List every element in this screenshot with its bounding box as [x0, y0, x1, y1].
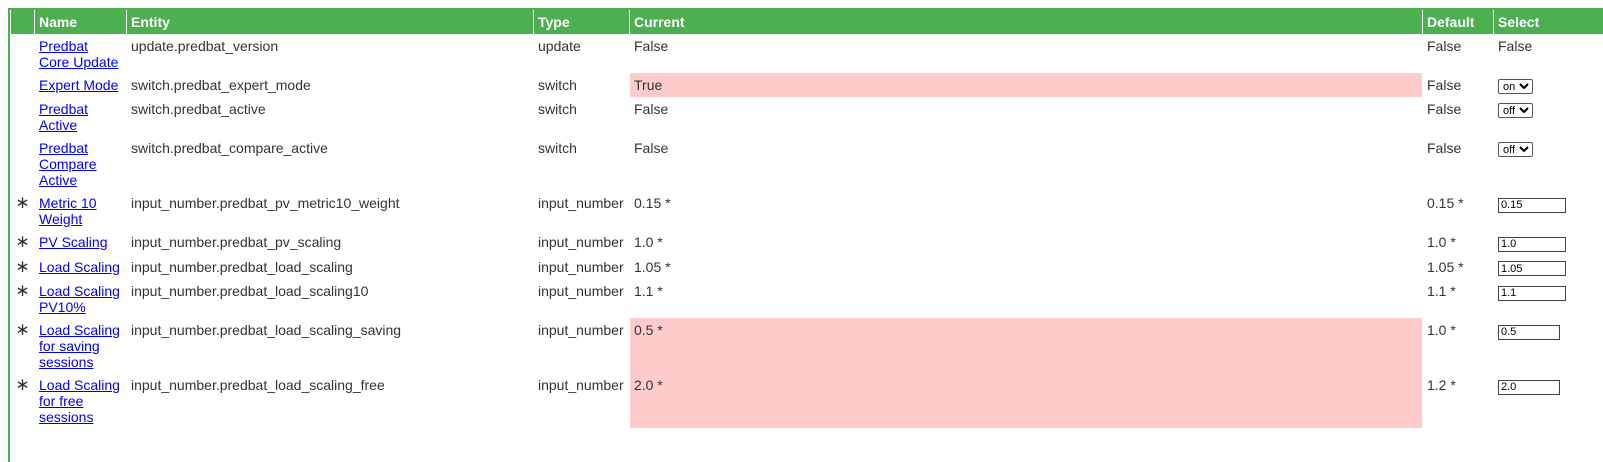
- table-row: Expert Mode switch.predbat_expert_mode s…: [11, 73, 1603, 97]
- value-select[interactable]: onoff: [1498, 103, 1533, 118]
- current-value: True: [630, 73, 1422, 97]
- entity-type: input_number: [538, 283, 624, 299]
- header-marker: [11, 10, 34, 34]
- entity-type: switch: [538, 140, 577, 156]
- setting-name-link[interactable]: Load Scaling PV10%: [39, 283, 120, 315]
- default-value: False: [1427, 38, 1462, 54]
- header-name: Name: [35, 10, 126, 34]
- current-value: 1.0 *: [634, 234, 663, 250]
- default-value: False: [1427, 101, 1462, 117]
- setting-name-link[interactable]: Predbat Core Update: [39, 38, 118, 70]
- header-type: Type: [534, 10, 629, 34]
- header-select: Select: [1494, 10, 1603, 34]
- select-text: False: [1498, 38, 1533, 54]
- table-row: ∗ PV Scaling input_number.predbat_pv_sca…: [11, 230, 1603, 255]
- entity-id: input_number.predbat_pv_metric10_weight: [131, 195, 400, 211]
- setting-name-link[interactable]: PV Scaling: [39, 234, 107, 250]
- current-value: 0.5 *: [630, 318, 1422, 373]
- setting-name-link[interactable]: Load Scaling for free sessions: [39, 377, 120, 425]
- value-input[interactable]: [1498, 236, 1566, 252]
- modified-marker-icon: ∗: [15, 256, 30, 276]
- entity-id: update.predbat_version: [131, 38, 279, 54]
- setting-name-link[interactable]: Expert Mode: [39, 77, 118, 93]
- current-value: False: [634, 140, 669, 156]
- table-row: Predbat Compare Active switch.predbat_co…: [11, 136, 1603, 191]
- modified-marker-icon: [11, 73, 34, 97]
- header-row: Name Entity Type Current Default Select: [11, 10, 1603, 34]
- table-row: ∗ Load Scaling for free sessions input_n…: [11, 373, 1603, 428]
- header-entity: Entity: [127, 10, 533, 34]
- table-row: ∗ Load Scaling input_number.predbat_load…: [11, 255, 1603, 280]
- config-table-container: Name Entity Type Current Default Select …: [8, 8, 1603, 462]
- value-input[interactable]: [1498, 324, 1560, 340]
- setting-name-link[interactable]: Load Scaling: [39, 259, 120, 275]
- current-value: False: [634, 101, 669, 117]
- setting-name-link[interactable]: Metric 10 Weight: [39, 195, 97, 227]
- entity-type: input_number: [538, 234, 624, 250]
- table-row: ∗ Load Scaling PV10% input_number.predba…: [11, 279, 1603, 318]
- header-default: Default: [1423, 10, 1493, 34]
- modified-marker-icon: ∗: [15, 232, 30, 251]
- entity-type: switch: [538, 77, 577, 93]
- default-value: 1.0 *: [1427, 234, 1456, 250]
- entity-type: input_number: [538, 195, 624, 211]
- setting-name-link[interactable]: Load Scaling for saving sessions: [39, 322, 120, 370]
- entity-id: input_number.predbat_load_scaling: [131, 258, 353, 275]
- config-table: Name Entity Type Current Default Select …: [10, 10, 1603, 428]
- modified-marker-icon: ∗: [15, 193, 30, 212]
- default-value: 0.15 *: [1427, 195, 1464, 211]
- entity-id: input_number.predbat_load_scaling10: [131, 283, 369, 299]
- entity-type: input_number: [538, 322, 624, 338]
- modified-marker-icon: ∗: [15, 320, 30, 339]
- current-value: 2.0 *: [630, 373, 1422, 428]
- entity-id: switch.predbat_expert_mode: [131, 77, 311, 93]
- modified-marker-icon: [11, 136, 34, 191]
- entity-id: switch.predbat_compare_active: [131, 140, 328, 156]
- table-row: Predbat Core Update update.predbat_versi…: [11, 34, 1603, 73]
- default-value: 1.1 *: [1427, 283, 1456, 299]
- modified-marker-icon: ∗: [15, 281, 30, 300]
- value-input[interactable]: [1498, 285, 1566, 301]
- entity-type: switch: [538, 101, 577, 117]
- current-value: 1.05 *: [634, 258, 671, 275]
- entity-id: input_number.predbat_load_scaling_free: [131, 377, 385, 393]
- default-value: 1.05 *: [1427, 258, 1464, 275]
- current-value: 0.15 *: [634, 195, 671, 211]
- entity-type: update: [538, 38, 581, 54]
- setting-name-link[interactable]: Predbat Compare Active: [39, 140, 97, 188]
- value-select[interactable]: onoff: [1498, 142, 1533, 157]
- modified-marker-icon: [11, 34, 34, 73]
- entity-type: input_number: [538, 377, 624, 393]
- modified-marker-icon: [11, 97, 34, 136]
- current-value: False: [634, 38, 669, 54]
- entity-id: switch.predbat_active: [131, 101, 266, 117]
- entity-type: input_number: [538, 258, 624, 275]
- value-input[interactable]: [1498, 379, 1560, 395]
- default-value: 1.2 *: [1427, 377, 1456, 393]
- table-row: Predbat Active switch.predbat_active swi…: [11, 97, 1603, 136]
- value-input[interactable]: [1498, 197, 1566, 213]
- current-value: 1.1 *: [634, 283, 663, 299]
- header-current: Current: [630, 10, 1422, 34]
- default-value: 1.0 *: [1427, 322, 1456, 338]
- table-row: ∗ Metric 10 Weight input_number.predbat_…: [11, 191, 1603, 230]
- default-value: False: [1427, 77, 1462, 93]
- entity-id: input_number.predbat_load_scaling_saving: [131, 322, 402, 338]
- modified-marker-icon: ∗: [15, 375, 30, 394]
- value-input[interactable]: [1498, 261, 1566, 276]
- value-select[interactable]: onoff: [1498, 79, 1533, 94]
- entity-id: input_number.predbat_pv_scaling: [131, 234, 342, 250]
- table-row: ∗ Load Scaling for saving sessions input…: [11, 318, 1603, 373]
- setting-name-link[interactable]: Predbat Active: [39, 101, 88, 133]
- default-value: False: [1427, 140, 1462, 156]
